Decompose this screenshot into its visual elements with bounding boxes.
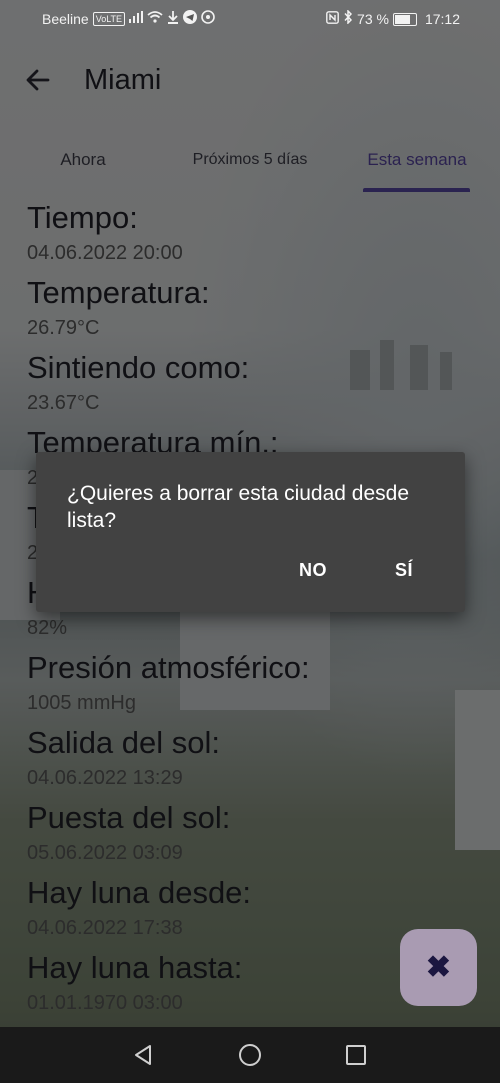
- tab-proximos-5-dias[interactable]: Próximos 5 días: [175, 140, 325, 184]
- yes-button[interactable]: SÍ: [395, 560, 413, 581]
- detail-value: 26.79°C: [27, 317, 100, 339]
- tab-esta-semana[interactable]: Esta semana: [352, 140, 482, 184]
- nav-back-icon[interactable]: [131, 1043, 155, 1067]
- tab-indicator: [363, 188, 470, 192]
- download-icon: [167, 10, 179, 28]
- tab-ahora[interactable]: Ahora: [40, 140, 126, 184]
- close-icon: ✖: [425, 951, 452, 984]
- detail-value: 04.06.2022 20:00: [27, 242, 183, 264]
- carrier-label: Beeline: [42, 11, 89, 27]
- detail-value: 1005 mmHg: [27, 692, 136, 714]
- detail-label: Hay luna desde:: [27, 875, 252, 910]
- detail-label: Salida del sol:: [27, 725, 221, 760]
- nav-recents-icon[interactable]: [344, 1043, 368, 1067]
- whatsapp-icon: [201, 10, 215, 28]
- detail-temperature: Temperatura: 26.79°C: [27, 273, 487, 348]
- battery-icon: [392, 12, 417, 26]
- delete-city-dialog: ¿Quieres a borrar esta ciudad desde list…: [36, 452, 465, 612]
- wifi-icon: [147, 11, 163, 27]
- page-title: Miami: [84, 64, 162, 96]
- app-bar: Miami: [0, 50, 500, 114]
- detail-value: 23.67°C: [27, 392, 100, 414]
- volte-badge: VoLTE: [92, 12, 126, 26]
- signal-icon: [129, 11, 144, 27]
- telegram-icon: [183, 10, 198, 28]
- detail-label: Puesta del sol:: [27, 800, 231, 835]
- nav-home-icon[interactable]: [238, 1043, 262, 1067]
- bluetooth-icon: [343, 9, 353, 28]
- detail-label: Temperatura:: [27, 275, 210, 310]
- detail-time: Tiempo: 04.06.2022 20:00: [27, 198, 487, 273]
- battery-percent: 73 %: [357, 11, 389, 27]
- arrow-left-icon[interactable]: [24, 66, 56, 98]
- tab-bar: Ahora Próximos 5 días Esta semana: [0, 140, 500, 194]
- detail-label: Presión atmosférico:: [27, 650, 310, 685]
- detail-feels-like: Sintiendo como: 23.67°C: [27, 348, 487, 423]
- detail-value: 05.06.2022 03:09: [27, 842, 183, 864]
- detail-sunset: Puesta del sol: 05.06.2022 03:09: [27, 798, 487, 873]
- clock: 17:12: [424, 11, 460, 27]
- no-button[interactable]: NO: [299, 560, 327, 581]
- system-nav-bar: [0, 1027, 500, 1083]
- detail-label: Sintiendo como:: [27, 350, 250, 385]
- dialog-message: ¿Quieres a borrar esta ciudad desde list…: [67, 482, 410, 532]
- detail-value: 04.06.2022 13:29: [27, 767, 183, 789]
- detail-value: 82%: [27, 617, 68, 639]
- detail-pressure: Presión atmosférico: 1005 mmHg: [27, 648, 487, 723]
- status-bar: Beeline VoLTE 73 % 17:12: [0, 0, 500, 38]
- detail-sunrise: Salida del sol: 04.06.2022 13:29: [27, 723, 487, 798]
- detail-label: Tiempo:: [27, 200, 138, 235]
- nfc-icon: [326, 10, 339, 28]
- delete-city-fab[interactable]: ✖: [400, 929, 477, 1006]
